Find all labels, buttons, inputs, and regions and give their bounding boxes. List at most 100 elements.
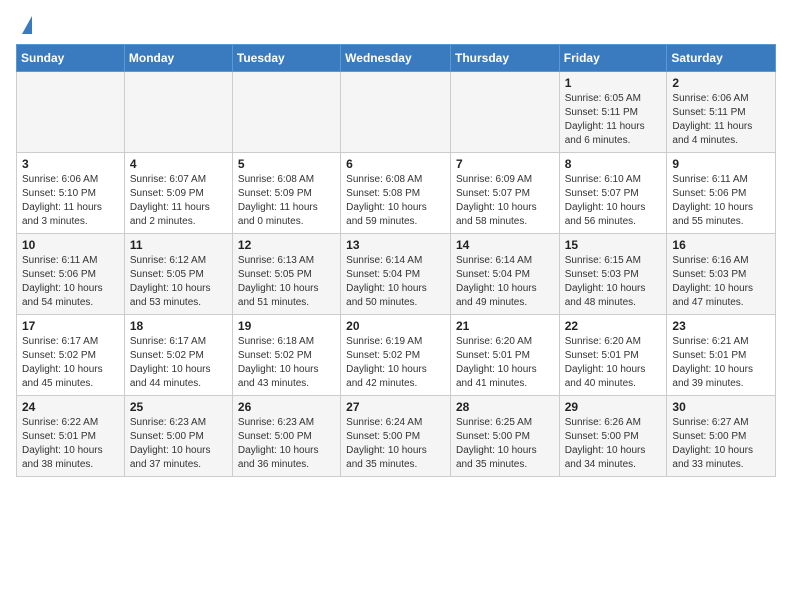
cell-info: Sunrise: 6:06 AM Sunset: 5:11 PM Dayligh… bbox=[672, 92, 770, 148]
cell-info: Sunrise: 6:15 AM Sunset: 5:03 PM Dayligh… bbox=[565, 254, 662, 310]
calendar-cell: 30 Sunrise: 6:27 AM Sunset: 5:00 PM Dayli… bbox=[667, 396, 776, 477]
cell-date-number: 4 bbox=[130, 157, 227, 171]
calendar-cell: 13 Sunrise: 6:14 AM Sunset: 5:04 PM Dayli… bbox=[341, 234, 451, 315]
cell-info: Sunrise: 6:27 AM Sunset: 5:00 PM Dayligh… bbox=[672, 416, 770, 472]
calendar-week-3: 10Sunrise: 6:11 AM Sunset: 5:06 PM Dayli… bbox=[17, 234, 776, 315]
cell-info: Sunrise: 6:25 AM Sunset: 5:00 PM Dayligh… bbox=[456, 416, 554, 472]
calendar-cell: 8 Sunrise: 6:10 AM Sunset: 5:07 PM Daylig… bbox=[559, 153, 667, 234]
weekday-header-friday: Friday bbox=[559, 45, 667, 72]
calendar-cell bbox=[232, 72, 340, 153]
cell-date-number: 25 bbox=[130, 400, 227, 414]
calendar-body: 1 Sunrise: 6:05 AM Sunset: 5:11 PM Daylig… bbox=[17, 72, 776, 477]
calendar-cell bbox=[17, 72, 125, 153]
cell-info: Sunrise: 6:17 AM Sunset: 5:02 PM Dayligh… bbox=[22, 335, 119, 391]
page-header bbox=[16, 16, 776, 34]
cell-info: Sunrise: 6:06 AM Sunset: 5:10 PM Dayligh… bbox=[22, 173, 119, 229]
cell-date-number: 3 bbox=[22, 157, 119, 171]
calendar-cell: 26 Sunrise: 6:23 AM Sunset: 5:00 PM Dayli… bbox=[232, 396, 340, 477]
cell-info: Sunrise: 6:08 AM Sunset: 5:08 PM Dayligh… bbox=[346, 173, 445, 229]
cell-info: Sunrise: 6:17 AM Sunset: 5:02 PM Dayligh… bbox=[130, 335, 227, 391]
calendar-cell: 16Sunrise: 6:16 AM Sunset: 5:03 PM Dayli… bbox=[667, 234, 776, 315]
calendar-cell: 20 Sunrise: 6:19 AM Sunset: 5:02 PM Dayli… bbox=[341, 315, 451, 396]
cell-date-number: 24 bbox=[22, 400, 119, 414]
weekday-header-thursday: Thursday bbox=[450, 45, 559, 72]
cell-info: Sunrise: 6:09 AM Sunset: 5:07 PM Dayligh… bbox=[456, 173, 554, 229]
cell-date-number: 30 bbox=[672, 400, 770, 414]
cell-date-number: 26 bbox=[238, 400, 335, 414]
cell-info: Sunrise: 6:11 AM Sunset: 5:06 PM Dayligh… bbox=[672, 173, 770, 229]
cell-date-number: 9 bbox=[672, 157, 770, 171]
cell-info: Sunrise: 6:14 AM Sunset: 5:04 PM Dayligh… bbox=[346, 254, 445, 310]
calendar-cell: 25 Sunrise: 6:23 AM Sunset: 5:00 PM Dayli… bbox=[124, 396, 232, 477]
cell-info: Sunrise: 6:21 AM Sunset: 5:01 PM Dayligh… bbox=[672, 335, 770, 391]
calendar-header-row: SundayMondayTuesdayWednesdayThursdayFrid… bbox=[17, 45, 776, 72]
cell-date-number: 23 bbox=[672, 319, 770, 333]
cell-date-number: 11 bbox=[130, 238, 227, 252]
calendar-cell: 1 Sunrise: 6:05 AM Sunset: 5:11 PM Daylig… bbox=[559, 72, 667, 153]
cell-date-number: 1 bbox=[565, 76, 662, 90]
cell-info: Sunrise: 6:19 AM Sunset: 5:02 PM Dayligh… bbox=[346, 335, 445, 391]
cell-info: Sunrise: 6:08 AM Sunset: 5:09 PM Dayligh… bbox=[238, 173, 335, 229]
cell-date-number: 19 bbox=[238, 319, 335, 333]
cell-info: Sunrise: 6:22 AM Sunset: 5:01 PM Dayligh… bbox=[22, 416, 119, 472]
cell-info: Sunrise: 6:16 AM Sunset: 5:03 PM Dayligh… bbox=[672, 254, 770, 310]
calendar-cell: 3 Sunrise: 6:06 AM Sunset: 5:10 PM Daylig… bbox=[17, 153, 125, 234]
calendar-week-5: 24 Sunrise: 6:22 AM Sunset: 5:01 PM Dayli… bbox=[17, 396, 776, 477]
calendar-week-1: 1 Sunrise: 6:05 AM Sunset: 5:11 PM Daylig… bbox=[17, 72, 776, 153]
calendar-cell: 7 Sunrise: 6:09 AM Sunset: 5:07 PM Daylig… bbox=[450, 153, 559, 234]
calendar-cell: 24 Sunrise: 6:22 AM Sunset: 5:01 PM Dayli… bbox=[17, 396, 125, 477]
calendar-cell: 14Sunrise: 6:14 AM Sunset: 5:04 PM Dayli… bbox=[450, 234, 559, 315]
calendar-cell: 12 Sunrise: 6:13 AM Sunset: 5:05 PM Dayli… bbox=[232, 234, 340, 315]
logo bbox=[16, 16, 32, 34]
calendar-cell bbox=[450, 72, 559, 153]
cell-info: Sunrise: 6:24 AM Sunset: 5:00 PM Dayligh… bbox=[346, 416, 445, 472]
weekday-header-sunday: Sunday bbox=[17, 45, 125, 72]
calendar-cell: 11Sunrise: 6:12 AM Sunset: 5:05 PM Dayli… bbox=[124, 234, 232, 315]
calendar-cell: 17 Sunrise: 6:17 AM Sunset: 5:02 PM Dayli… bbox=[17, 315, 125, 396]
cell-date-number: 21 bbox=[456, 319, 554, 333]
calendar-cell: 22Sunrise: 6:20 AM Sunset: 5:01 PM Dayli… bbox=[559, 315, 667, 396]
calendar-cell: 29 Sunrise: 6:26 AM Sunset: 5:00 PM Dayli… bbox=[559, 396, 667, 477]
cell-date-number: 13 bbox=[346, 238, 445, 252]
cell-info: Sunrise: 6:26 AM Sunset: 5:00 PM Dayligh… bbox=[565, 416, 662, 472]
calendar-cell bbox=[341, 72, 451, 153]
cell-date-number: 20 bbox=[346, 319, 445, 333]
cell-date-number: 2 bbox=[672, 76, 770, 90]
calendar-week-4: 17 Sunrise: 6:17 AM Sunset: 5:02 PM Dayli… bbox=[17, 315, 776, 396]
cell-date-number: 7 bbox=[456, 157, 554, 171]
weekday-header-monday: Monday bbox=[124, 45, 232, 72]
weekday-header-saturday: Saturday bbox=[667, 45, 776, 72]
cell-info: Sunrise: 6:23 AM Sunset: 5:00 PM Dayligh… bbox=[130, 416, 227, 472]
calendar-cell: 9 Sunrise: 6:11 AM Sunset: 5:06 PM Daylig… bbox=[667, 153, 776, 234]
cell-date-number: 27 bbox=[346, 400, 445, 414]
calendar-cell: 19Sunrise: 6:18 AM Sunset: 5:02 PM Dayli… bbox=[232, 315, 340, 396]
calendar-cell: 18Sunrise: 6:17 AM Sunset: 5:02 PM Dayli… bbox=[124, 315, 232, 396]
calendar-cell: 27 Sunrise: 6:24 AM Sunset: 5:00 PM Dayli… bbox=[341, 396, 451, 477]
cell-date-number: 28 bbox=[456, 400, 554, 414]
calendar-week-2: 3 Sunrise: 6:06 AM Sunset: 5:10 PM Daylig… bbox=[17, 153, 776, 234]
cell-date-number: 5 bbox=[238, 157, 335, 171]
cell-info: Sunrise: 6:13 AM Sunset: 5:05 PM Dayligh… bbox=[238, 254, 335, 310]
calendar-cell: 5 Sunrise: 6:08 AM Sunset: 5:09 PM Daylig… bbox=[232, 153, 340, 234]
calendar-cell: 15Sunrise: 6:15 AM Sunset: 5:03 PM Dayli… bbox=[559, 234, 667, 315]
cell-info: Sunrise: 6:07 AM Sunset: 5:09 PM Dayligh… bbox=[130, 173, 227, 229]
calendar-cell: 23 Sunrise: 6:21 AM Sunset: 5:01 PM Dayli… bbox=[667, 315, 776, 396]
calendar-cell bbox=[124, 72, 232, 153]
cell-date-number: 14 bbox=[456, 238, 554, 252]
cell-date-number: 17 bbox=[22, 319, 119, 333]
calendar-cell: 28 Sunrise: 6:25 AM Sunset: 5:00 PM Dayli… bbox=[450, 396, 559, 477]
calendar-cell: 10Sunrise: 6:11 AM Sunset: 5:06 PM Dayli… bbox=[17, 234, 125, 315]
cell-date-number: 12 bbox=[238, 238, 335, 252]
cell-date-number: 6 bbox=[346, 157, 445, 171]
logo-triangle-icon bbox=[22, 16, 32, 34]
cell-date-number: 8 bbox=[565, 157, 662, 171]
calendar-cell: 2 Sunrise: 6:06 AM Sunset: 5:11 PM Daylig… bbox=[667, 72, 776, 153]
cell-date-number: 29 bbox=[565, 400, 662, 414]
cell-date-number: 10 bbox=[22, 238, 119, 252]
cell-info: Sunrise: 6:23 AM Sunset: 5:00 PM Dayligh… bbox=[238, 416, 335, 472]
weekday-header-wednesday: Wednesday bbox=[341, 45, 451, 72]
cell-info: Sunrise: 6:10 AM Sunset: 5:07 PM Dayligh… bbox=[565, 173, 662, 229]
cell-info: Sunrise: 6:05 AM Sunset: 5:11 PM Dayligh… bbox=[565, 92, 662, 148]
calendar-table: SundayMondayTuesdayWednesdayThursdayFrid… bbox=[16, 44, 776, 477]
cell-info: Sunrise: 6:20 AM Sunset: 5:01 PM Dayligh… bbox=[565, 335, 662, 391]
